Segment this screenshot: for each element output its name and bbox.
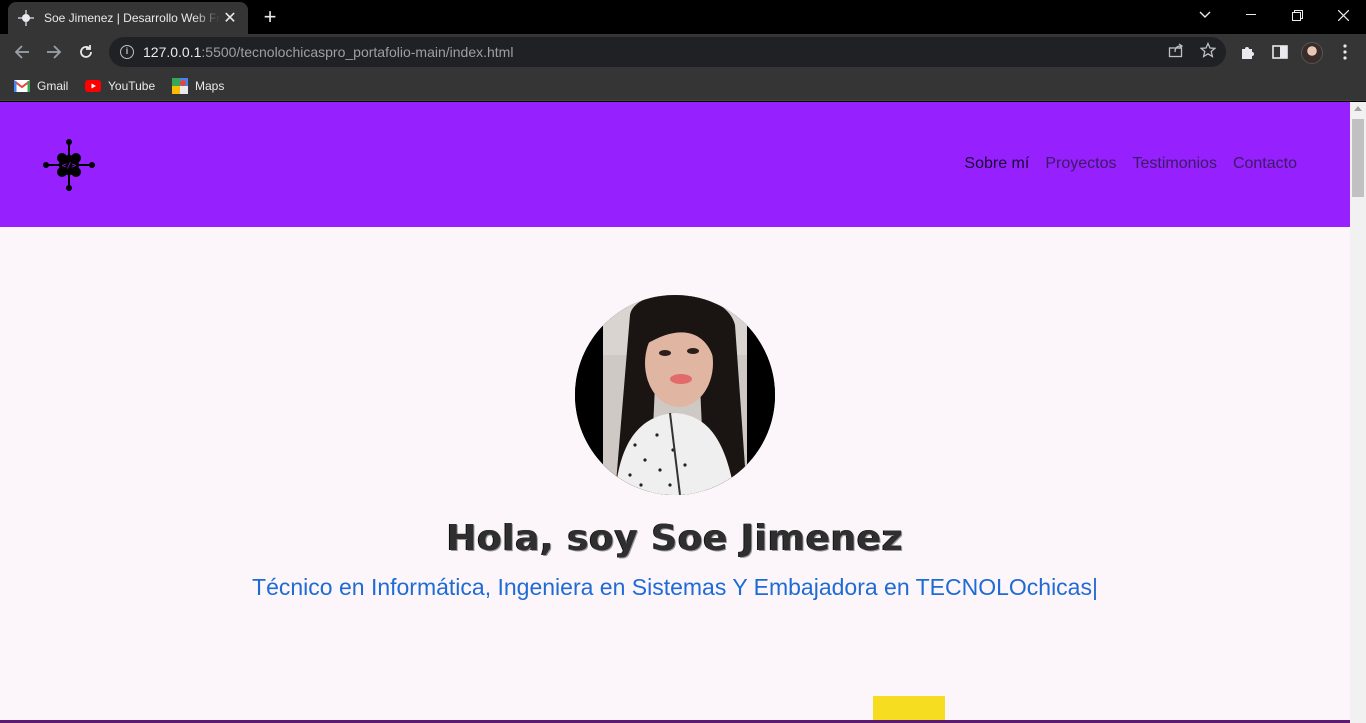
minimize-button[interactable] xyxy=(1228,0,1274,30)
hero-subtitle: Técnico en Informática, Ingeniera en Sis… xyxy=(252,574,1098,600)
new-tab-button[interactable]: + xyxy=(256,6,284,30)
hero-title: Hola, soy Soe Jimenez xyxy=(446,518,904,559)
restore-button[interactable] xyxy=(1274,0,1320,30)
site-logo-icon[interactable]: </> xyxy=(42,138,96,192)
nav-contacto[interactable]: Contacto xyxy=(1233,155,1297,173)
forward-button[interactable] xyxy=(40,38,68,66)
side-panel-icon[interactable] xyxy=(1268,40,1292,64)
back-button[interactable] xyxy=(8,38,36,66)
decorative-block xyxy=(873,696,945,723)
reload-button[interactable] xyxy=(72,38,100,66)
bookmark-star-icon[interactable] xyxy=(1199,41,1217,59)
close-tab-icon[interactable]: ✕ xyxy=(222,8,238,28)
tab-strip: Soe Jimenez | Desarrollo Web Front End ✕… xyxy=(0,0,1366,34)
profile-photo xyxy=(575,295,775,495)
browser-tab[interactable]: Soe Jimenez | Desarrollo Web Front End ✕ xyxy=(8,2,248,34)
site-header: </> Sobre mí Proyectos Testimonios Conta… xyxy=(0,102,1350,227)
site-nav: Sobre mí Proyectos Testimonios Contacto xyxy=(964,155,1297,173)
bookmark-youtube[interactable]: YouTube xyxy=(85,76,155,96)
page-viewport: </> Sobre mí Proyectos Testimonios Conta… xyxy=(0,102,1366,723)
site-logo-icon xyxy=(18,10,34,26)
scroll-up-arrow-icon[interactable] xyxy=(1354,106,1362,111)
nav-testimonios[interactable]: Testimonios xyxy=(1132,155,1216,173)
tab-search-button[interactable] xyxy=(1182,0,1228,30)
bookmark-maps[interactable]: Maps xyxy=(172,76,224,96)
menu-kebab-icon[interactable] xyxy=(1333,40,1357,64)
bookmarks-bar: Gmail YouTube Maps xyxy=(0,70,1366,101)
close-window-button[interactable] xyxy=(1320,0,1366,30)
nav-proyectos[interactable]: Proyectos xyxy=(1045,155,1116,173)
maps-icon xyxy=(172,78,188,94)
scrollbar-thumb[interactable] xyxy=(1352,119,1364,197)
gmail-icon xyxy=(14,78,30,94)
url-text: 127.0.0.1:5500/tecnolochicaspro_portafol… xyxy=(143,44,514,60)
address-bar[interactable]: i 127.0.0.1:5500/tecnolochicaspro_portaf… xyxy=(109,37,1226,67)
nav-sobre-mi[interactable]: Sobre mí xyxy=(964,155,1029,173)
bookmark-gmail[interactable]: Gmail xyxy=(14,76,68,96)
tab-title: Soe Jimenez | Desarrollo Web Front End xyxy=(44,11,220,25)
share-icon[interactable] xyxy=(1167,41,1185,59)
site-info-icon[interactable]: i xyxy=(120,45,134,59)
browser-toolbar: i 127.0.0.1:5500/tecnolochicaspro_portaf… xyxy=(0,34,1366,70)
profile-avatar[interactable] xyxy=(1301,42,1323,64)
youtube-icon xyxy=(85,78,101,94)
svg-text:</>: </> xyxy=(62,161,77,170)
extensions-icon[interactable] xyxy=(1236,40,1260,64)
